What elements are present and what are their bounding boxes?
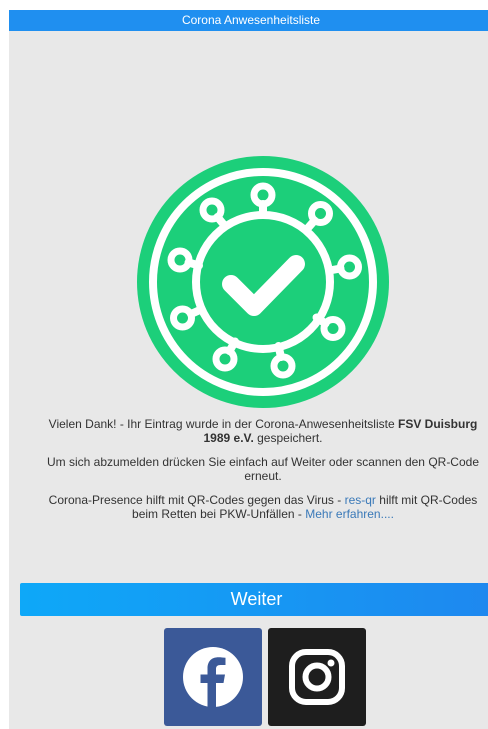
promo-prefix: Corona-Presence hilft mit QR-Codes gegen… — [48, 493, 342, 507]
facebook-button[interactable] — [164, 628, 262, 726]
logout-hint: Um sich abzumelden drücken Sie einfach a… — [46, 455, 479, 483]
confirmation-text: Vielen Dank! - Ihr Eintrag wurde in der … — [37, 417, 488, 531]
header-bar: Corona Anwesenheitsliste — [9, 10, 488, 31]
continue-button[interactable]: Weiter — [20, 583, 488, 616]
virus-checkmark-icon — [133, 152, 393, 412]
thanks-message: Vielen Dank! - Ihr Eintrag wurde in der … — [37, 417, 488, 445]
more-info-link[interactable]: Mehr erfahren.... — [305, 507, 394, 521]
page-title: Corona Anwesenheitsliste — [181, 13, 321, 27]
instagram-icon — [289, 649, 345, 705]
facebook-icon — [183, 647, 243, 707]
thanks-prefix: Vielen Dank! - Ihr Eintrag wurde in der … — [48, 417, 395, 431]
promo-text: Corona-Presence hilft mit QR-Codes gegen… — [37, 493, 488, 521]
page: Corona Anwesenheitsliste Vielen Dank! - … — [9, 10, 488, 729]
instagram-button[interactable] — [268, 628, 366, 726]
res-qr-link[interactable]: res-qr — [345, 493, 376, 507]
thanks-suffix: gespeichert. — [257, 431, 323, 445]
